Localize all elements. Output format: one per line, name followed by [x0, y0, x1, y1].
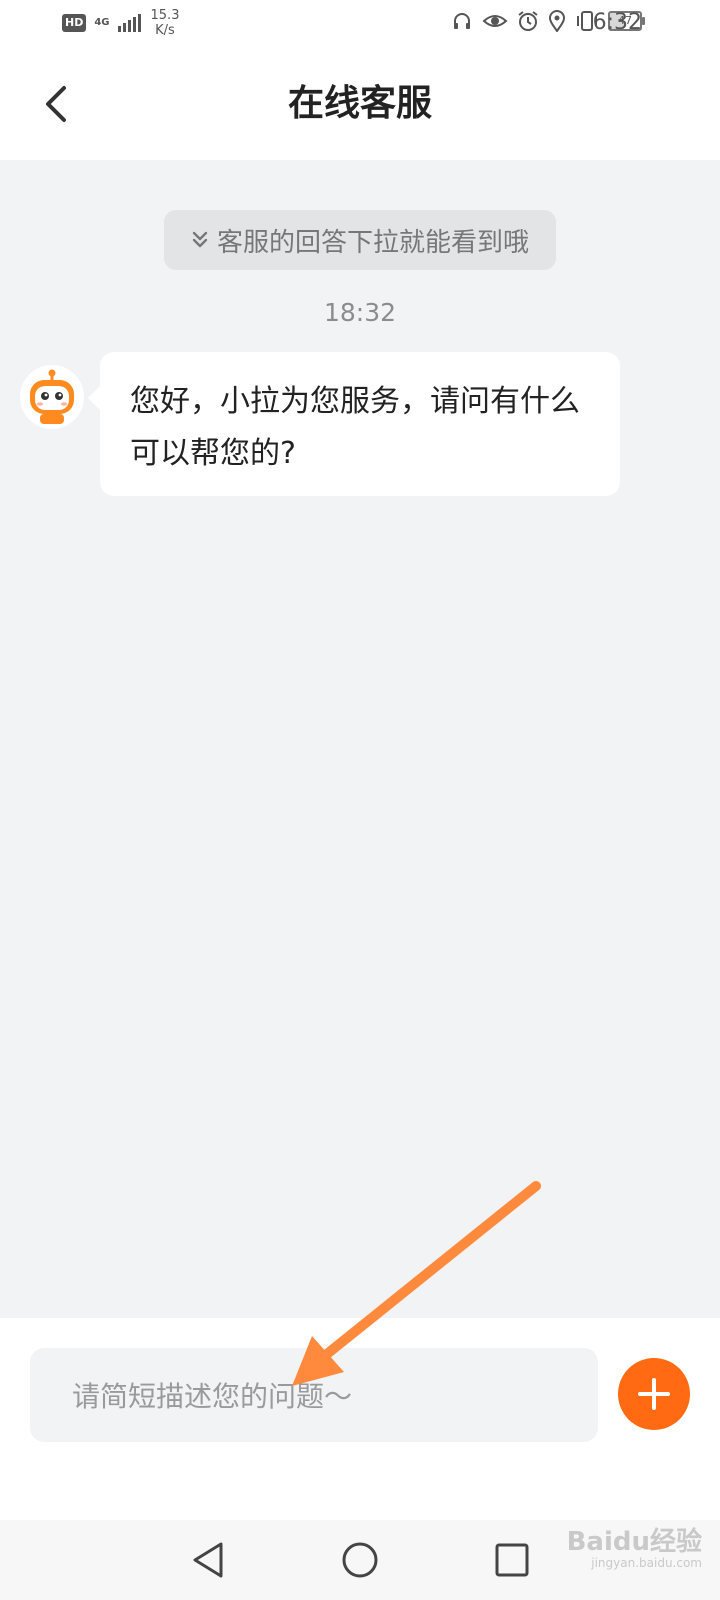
header: 在线客服: [0, 52, 720, 160]
square-recents-icon: [495, 1543, 529, 1577]
speed-value: 15.3: [150, 8, 180, 23]
network-speed: 15.3 K/s: [151, 8, 180, 38]
speed-unit: K/s: [155, 23, 175, 38]
triangle-back-icon: [193, 1542, 223, 1578]
robot-icon: [30, 369, 74, 424]
status-bar: HD 4G 15.3 K/s 47 6:32: [0, 0, 720, 52]
status-left: HD 4G 15.3 K/s: [62, 8, 179, 38]
input-bar: 请简短描述您的问题～: [0, 1318, 720, 1520]
plus-icon: [638, 1378, 670, 1410]
status-time: 6:32: [592, 10, 642, 35]
message-text: 您好，小拉为您服务，请问有什么可以帮您的?: [130, 384, 580, 471]
alarm-icon: [518, 11, 538, 31]
page-title: 在线客服: [287, 83, 432, 124]
nav-home-button[interactable]: [338, 1538, 382, 1582]
bot-avatar: [20, 365, 84, 429]
headset-icon: [454, 13, 470, 29]
pull-down-hint[interactable]: 客服的回答下拉就能看到哦: [164, 210, 556, 270]
system-nav-bar: Baidu经验 jingyan.baidu.com: [0, 1520, 720, 1600]
bot-message-bubble: 您好，小拉为您服务，请问有什么可以帮您的?: [88, 352, 620, 496]
add-button[interactable]: [618, 1358, 690, 1430]
hd-badge: HD: [62, 14, 87, 32]
message-input[interactable]: 请简短描述您的问题～: [30, 1348, 598, 1442]
nav-recents-button[interactable]: [490, 1538, 534, 1582]
input-placeholder: 请简短描述您的问题～: [72, 1380, 353, 1413]
hint-text: 客服的回答下拉就能看到哦: [216, 227, 529, 258]
watermark-url: jingyan.baidu.com: [591, 1556, 702, 1570]
location-icon: [548, 10, 566, 32]
nav-back-button[interactable]: [186, 1538, 230, 1582]
network-type: 4G: [94, 17, 110, 28]
eye-icon: [482, 15, 508, 27]
double-chevron-down-icon: [192, 231, 208, 248]
watermark-brand: Baidu经验: [566, 1527, 702, 1557]
baidu-watermark: Baidu经验 jingyan.baidu.com: [567, 1528, 702, 1570]
message-timestamp: 18:32: [323, 298, 397, 327]
circle-home-icon: [342, 1542, 378, 1578]
signal-icon: [117, 14, 141, 32]
